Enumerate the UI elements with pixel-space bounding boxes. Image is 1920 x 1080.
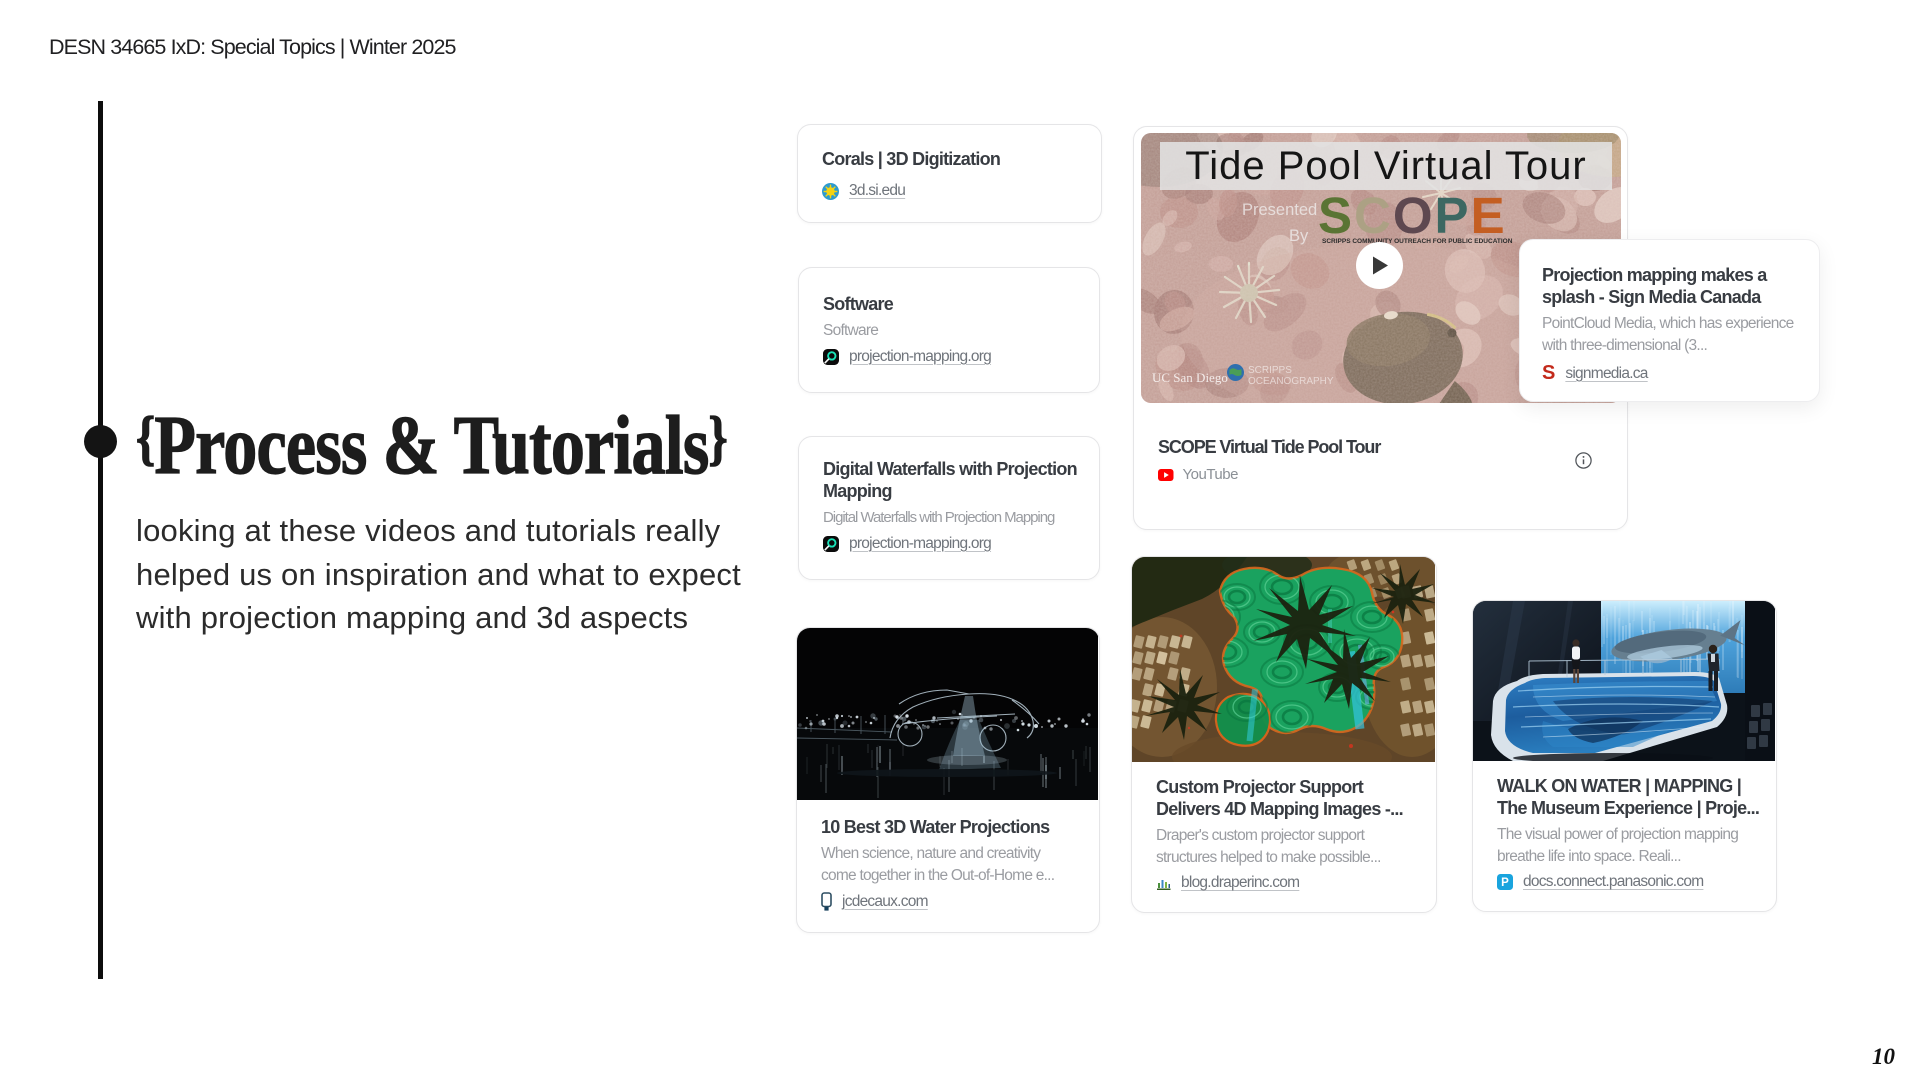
svg-text:P: P — [1501, 877, 1509, 889]
